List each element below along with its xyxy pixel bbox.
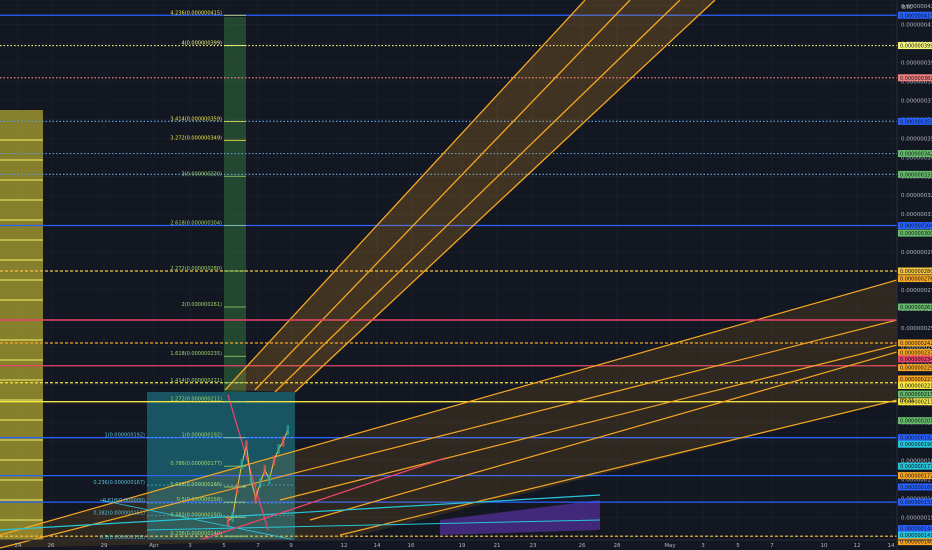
price-candle [268,474,271,485]
x-tick-label: 16 [408,543,415,549]
fib-lower-label: 0.236(0.000000167) [93,480,145,486]
y-tick-label: 0.000000250 [901,326,932,332]
green-range-box [224,17,246,392]
currency-label: BTC [902,5,913,11]
x-tick-label: 3 [188,543,192,549]
x-tick-label: 19 [459,543,466,549]
y-tick-label: 0.000000150 [901,515,932,521]
x-tick-label: 12 [341,543,348,549]
price-tag-label: 0.000000140 [900,540,932,546]
price-tag-label: 0.000000276 [900,277,932,283]
fib-lower-label: 0.618(0.000000) [103,498,145,504]
price-candle [249,474,253,485]
price-candle [272,455,276,466]
x-tick-label: 7 [770,543,774,549]
x-tick-label: 28 [614,543,621,549]
x-tick-label: 3 [701,543,705,549]
x-tick-label: 14 [888,543,895,549]
price-tag-label: 0.000000234 [900,357,932,363]
fib-level-label: 0.786(0.000000177) [170,461,222,467]
x-tick-label: 10 [821,543,828,549]
fib-lower-label: 0.382(0.000000151) [93,510,145,516]
x-tick-label: May [664,543,676,549]
price-candle [245,440,248,451]
price-candle [240,459,243,470]
price-tag-label: 0.000000201 [900,419,932,425]
price-tag-label: 0.000000221 [900,383,932,389]
fib-level-label: 4.236(0.000000415) [170,10,222,16]
x-tick-label: 26 [579,543,586,549]
price-tag-label: 0.000000382 [900,76,932,82]
fib-level-label: 2.272(0.000000280) [170,266,222,272]
price-tag-label: 0.000000242 [900,341,932,347]
price-tag-label: 0.000000280 [900,269,932,275]
x-tick-label: 24 [15,543,22,549]
price-candle [277,444,280,455]
x-tick-label: 5 [222,543,226,549]
x-tick-label: 21 [494,543,501,549]
price-tag-label: 0.000000331 [900,172,932,178]
price-tag-label: 0.000000300 [900,231,932,237]
countdown-label: 09:31 [900,398,914,404]
fib-level-label: 3(0.000000330) [182,171,223,177]
price-candle [259,478,262,489]
fib-level-label: 1.272(0.000000211) [170,397,222,403]
price-tag-label: 0.000000229 [900,366,932,372]
fib-level-label: 0.236(0.000000140) [170,531,222,537]
price-candle [254,493,257,504]
price-candle [286,425,289,436]
price-tag-label: 0.000000399 [900,44,932,50]
y-tick-label: 0.000000310 [901,212,932,218]
x-tick-label: Apr [149,543,159,549]
x-tick-label: 12 [854,543,861,549]
chart-canvas[interactable]: 4.236(0.000000415) 4(0.000000399) 3.414(0.… [0,0,932,550]
x-tick-label: 9 [289,543,293,549]
y-tick-label: 0.000000350 [901,136,932,142]
price-tag-label: 0.000000158 [900,500,932,506]
price-tag-label: 0.000000166 [900,485,932,491]
price-tag-label: 0.000000415 [900,13,932,19]
price-tag-label: 0.000000172 [900,474,932,480]
fib-level-label: 2.618(0.000000304) [170,221,222,227]
fib-level-label: 3.414(0.000000359) [170,116,222,122]
fib-level-label: 1.618(0.000000235) [170,351,222,357]
y-tick-label: 0.000000270 [901,288,932,294]
price-tag-label: 0.000000261 [900,305,932,311]
price-tag-label: 0.000000190 [900,442,932,448]
price-tag-label: 0.000000342 [900,152,932,158]
fib-level-label: 0.5(0.000000158) [177,497,222,503]
fib-level-label: 3.272(0.000000349) [170,135,222,141]
y-tick-label: 0.000000320 [901,193,932,199]
fib-level-label: 2(0.000000261) [182,302,223,308]
fib-level-label: 1.414(0.000000221) [170,378,222,384]
fib-level-label: 4(0.000000399) [182,41,223,47]
x-tick-label: 5 [736,543,740,549]
y-tick-label: 0.000000290 [901,250,932,256]
x-tick-label: 23 [530,543,537,549]
price-tag-label: 0.000000304 [900,224,932,230]
price-tag-label: 0.000000359 [900,119,932,125]
y-tick-label: 0.000000410 [901,23,932,29]
price-tag-label: 0.000000177 [900,464,932,470]
fib-lower-label: 1(0.000000192) [105,433,146,439]
x-tick-label: 26 [48,543,55,549]
y-tick-label: 0.000000390 [901,61,932,67]
price-candle [263,464,266,475]
y-tick-label: 0.000000370 [901,99,932,105]
x-tick-label: 29 [101,543,108,549]
x-tick-label: 14 [374,543,381,549]
x-tick-label: 7 [256,543,260,549]
